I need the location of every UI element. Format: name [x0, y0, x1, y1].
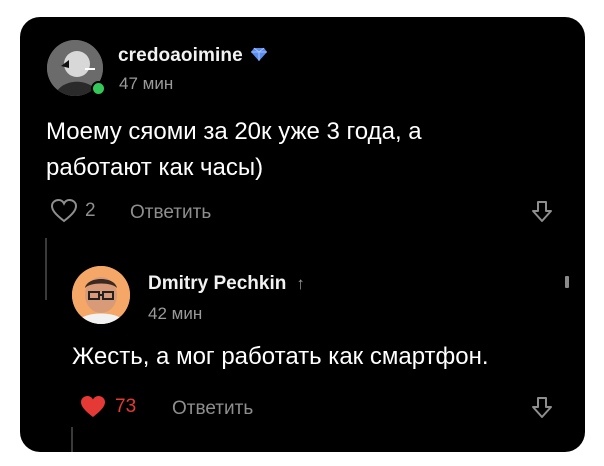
reply-reply-button[interactable]: Ответить — [172, 398, 253, 420]
reply-download-arrow-icon[interactable] — [531, 396, 553, 420]
online-status-dot — [91, 81, 106, 96]
verified-diamond-icon — [250, 45, 267, 67]
heart-outline-icon — [51, 199, 77, 223]
reply-button[interactable]: Ответить — [130, 202, 211, 224]
reply-like-count: 73 — [115, 396, 137, 417]
comment-time: 47 мин — [119, 74, 174, 93]
reply-to-arrow-icon: ↑ — [296, 274, 305, 293]
heart-filled-icon — [81, 396, 105, 417]
reply-like-button[interactable]: 73 — [80, 395, 136, 419]
like-count: 2 — [85, 200, 96, 221]
comment-author-row: credoaoimine — [118, 45, 267, 67]
like-button[interactable]: 2 — [51, 199, 96, 223]
comment-text-line-2: работают как часы) — [46, 154, 264, 181]
comment-thread-card: credoaoimine 47 мин Моему сяоми за 20к у… — [20, 17, 585, 452]
reply-author[interactable]: Dmitry Pechkin — [148, 273, 286, 295]
thread-line — [45, 238, 47, 300]
scroll-indicator[interactable] — [565, 276, 569, 288]
comment-author[interactable]: credoaoimine — [118, 45, 243, 67]
comment-text-line-1: Моему сяоми за 20к уже 3 года, а — [46, 118, 422, 145]
reply-avatar[interactable] — [72, 266, 130, 324]
reply-author-row: Dmitry Pechkin ↑ — [148, 273, 305, 295]
thread-line-2 — [71, 427, 73, 452]
reply-text: Жесть, а мог работать как смартфон. — [72, 343, 489, 370]
download-arrow-icon[interactable] — [531, 200, 553, 224]
reply-time: 42 мин — [148, 304, 203, 323]
